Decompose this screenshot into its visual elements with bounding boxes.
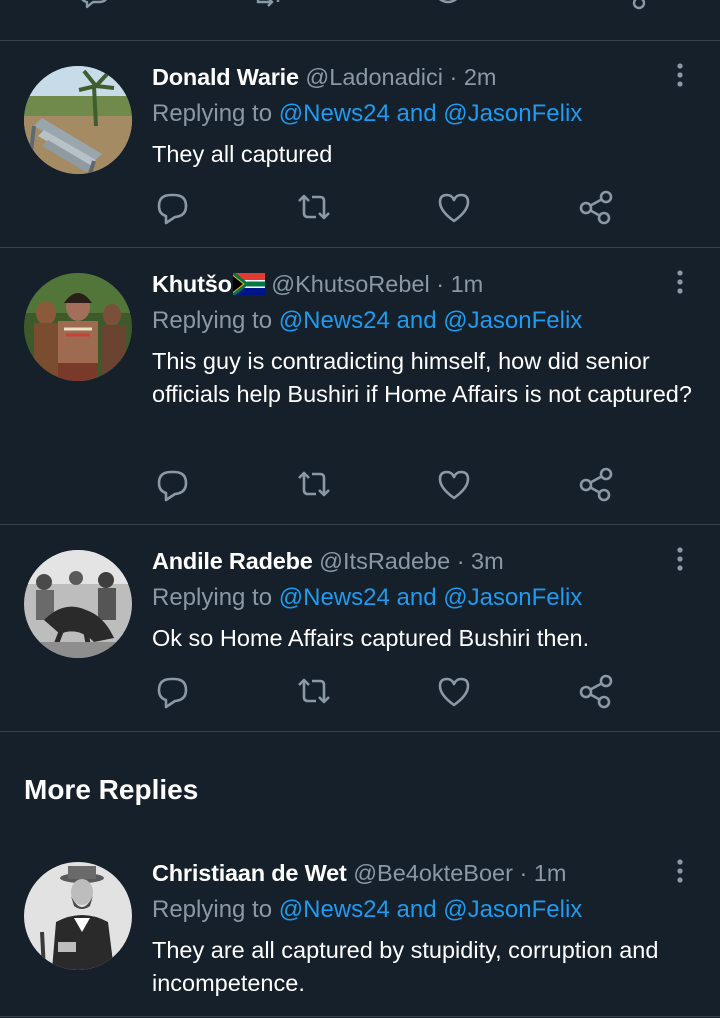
warriors-photo bbox=[24, 273, 132, 381]
replying-prefix: Replying to bbox=[152, 100, 273, 127]
mention-link[interactable]: @JasonFelix bbox=[443, 307, 582, 334]
retweet-icon[interactable] bbox=[294, 187, 334, 227]
user-handle[interactable]: @ItsRadebe bbox=[319, 548, 450, 574]
mention-joiner[interactable]: and bbox=[397, 100, 437, 127]
avatar[interactable] bbox=[24, 66, 132, 174]
more-options-icon[interactable] bbox=[670, 857, 690, 887]
tweet[interactable]: Khutšo @KhutsoRebel · 1m Replying to @Ne… bbox=[0, 248, 720, 525]
replying-to: Replying to @News24 and @JasonFelix bbox=[152, 582, 582, 614]
tweet-text: This guy is contradicting himself, how d… bbox=[152, 348, 692, 407]
tweet[interactable]: Andile Radebe @ItsRadebe · 3m Replying t… bbox=[0, 525, 720, 732]
more-replies-heading: More Replies bbox=[24, 774, 199, 805]
display-name[interactable]: Khutšo bbox=[152, 271, 232, 297]
like-icon[interactable] bbox=[434, 464, 474, 504]
timestamp[interactable]: 2m bbox=[464, 64, 497, 90]
reply-icon[interactable] bbox=[152, 671, 192, 711]
display-name[interactable]: Christiaan de Wet bbox=[152, 860, 347, 886]
user-handle[interactable]: @Ladonadici bbox=[305, 64, 443, 90]
more-options-icon[interactable] bbox=[670, 545, 690, 575]
replying-to: Replying to @News24 and @JasonFelix bbox=[152, 305, 582, 337]
replying-prefix: Replying to bbox=[152, 307, 273, 334]
avatar[interactable] bbox=[24, 862, 132, 970]
mention-link[interactable]: @JasonFelix bbox=[443, 896, 582, 923]
reply-icon[interactable] bbox=[77, 0, 111, 18]
mention-link[interactable]: @JasonFelix bbox=[443, 584, 582, 611]
like-icon[interactable] bbox=[434, 671, 474, 711]
south-africa-flag bbox=[232, 273, 265, 295]
more-options-icon[interactable] bbox=[670, 268, 690, 298]
mention-link[interactable]: @News24 bbox=[279, 100, 390, 127]
separator: · bbox=[436, 271, 445, 297]
like-icon[interactable] bbox=[434, 187, 474, 227]
replying-prefix: Replying to bbox=[152, 584, 273, 611]
user-handle[interactable]: @Be4okteBoer bbox=[353, 860, 513, 886]
tweet-text: Ok so Home Affairs captured Bushiri then… bbox=[152, 625, 590, 651]
timestamp[interactable]: 1m bbox=[534, 860, 567, 886]
separator: · bbox=[449, 64, 458, 90]
avatar[interactable] bbox=[24, 550, 132, 658]
display-name[interactable]: Donald Warie bbox=[152, 64, 299, 90]
tweet-actions bbox=[0, 187, 720, 227]
reply-icon[interactable] bbox=[152, 464, 192, 504]
avatar[interactable] bbox=[24, 273, 132, 381]
mention-link[interactable]: @News24 bbox=[279, 584, 390, 611]
share-icon[interactable] bbox=[575, 187, 615, 227]
tweet-text: They are all captured by stupidity, corr… bbox=[152, 937, 659, 996]
tweet-header: Christiaan de Wet @Be4okteBoer · 1m bbox=[152, 857, 566, 889]
mention-joiner[interactable]: and bbox=[397, 896, 437, 923]
reply-icon[interactable] bbox=[152, 187, 192, 227]
mention-link[interactable]: @News24 bbox=[279, 896, 390, 923]
share-icon[interactable] bbox=[575, 671, 615, 711]
separator: · bbox=[456, 548, 465, 574]
tweet-actions bbox=[0, 464, 720, 504]
mention-link[interactable]: @JasonFelix bbox=[443, 100, 582, 127]
tweet-text: They all captured bbox=[152, 141, 333, 167]
tweet-actions bbox=[0, 671, 720, 711]
separator: · bbox=[519, 860, 528, 886]
tweet-header: Andile Radebe @ItsRadebe · 3m bbox=[152, 545, 504, 577]
share-icon[interactable] bbox=[575, 464, 615, 504]
bw-portrait-photo bbox=[24, 862, 132, 970]
replying-to: Replying to @News24 and @JasonFelix bbox=[152, 98, 582, 130]
bench-photo bbox=[24, 66, 132, 174]
timestamp[interactable]: 1m bbox=[451, 271, 484, 297]
user-handle[interactable]: @KhutsoRebel bbox=[271, 271, 429, 297]
like-icon[interactable] bbox=[431, 0, 465, 18]
replying-prefix: Replying to bbox=[152, 896, 273, 923]
bw-crowd-photo bbox=[24, 550, 132, 658]
more-options-icon[interactable] bbox=[670, 61, 690, 91]
mention-joiner[interactable]: and bbox=[397, 307, 437, 334]
retweet-icon[interactable] bbox=[254, 0, 288, 18]
tweet-header: Donald Warie @Ladonadici · 2m bbox=[152, 61, 497, 93]
tweet[interactable]: Donald Warie @Ladonadici · 2m Replying t… bbox=[0, 41, 720, 248]
display-name[interactable]: Andile Radebe bbox=[152, 548, 313, 574]
tweet[interactable]: Christiaan de Wet @Be4okteBoer · 1m Repl… bbox=[0, 837, 720, 1017]
timestamp[interactable]: 3m bbox=[471, 548, 504, 574]
retweet-icon[interactable] bbox=[294, 464, 334, 504]
retweet-icon[interactable] bbox=[294, 671, 334, 711]
share-icon[interactable] bbox=[620, 0, 654, 18]
replying-to: Replying to @News24 and @JasonFelix bbox=[152, 894, 582, 926]
mention-joiner[interactable]: and bbox=[397, 584, 437, 611]
mention-link[interactable]: @News24 bbox=[279, 307, 390, 334]
previous-tweet-actions bbox=[0, 0, 720, 41]
tweet-header: Khutšo @KhutsoRebel · 1m bbox=[152, 268, 483, 300]
